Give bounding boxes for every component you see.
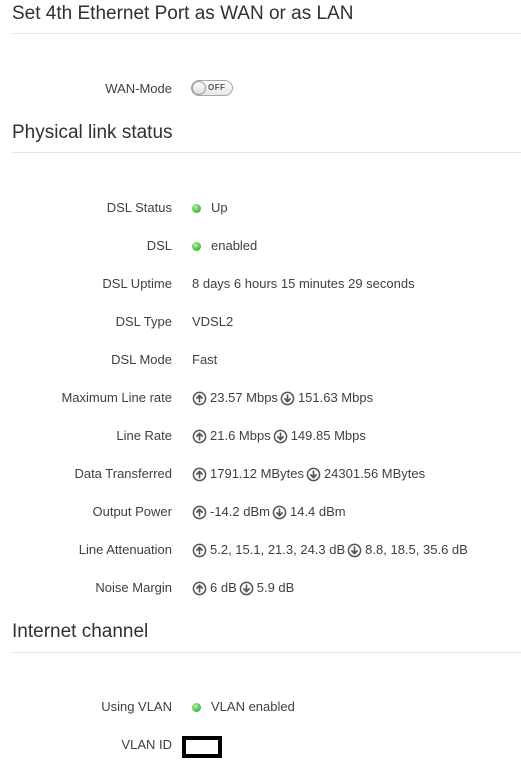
dsl-mode-label: DSL Mode: [111, 352, 172, 367]
dsl-status-text: Up: [211, 200, 228, 215]
arrow-up-circle-icon: [192, 467, 207, 481]
dsl-text: enabled: [211, 238, 258, 253]
dsl-status-label: DSL Status: [106, 200, 172, 215]
using-vlan-row: Using VLAN VLAN enabled: [0, 697, 521, 717]
green-led-icon: [192, 241, 201, 251]
dsl-value: enabled: [192, 236, 257, 256]
arrow-up-circle-icon: [192, 505, 207, 519]
downstream-value: 14.4 dBm: [289, 504, 346, 519]
line-rate-value: 21.6 Mbps 149.85 Mbps: [192, 426, 366, 446]
output-power-label: Output Power: [92, 504, 173, 519]
data-transferred-label: Data Transferred: [74, 466, 172, 481]
downstream-value: 8.8, 18.5, 35.6 dB: [365, 542, 468, 557]
arrow-down-circle-icon: [239, 581, 254, 595]
physical-section-title: Physical link status: [12, 122, 173, 143]
noise-margin-label: Noise Margin: [95, 580, 172, 595]
arrow-down-circle-icon: [272, 505, 287, 519]
green-led-icon: [192, 203, 201, 213]
upstream-value: 1791.12 MBytes: [210, 466, 304, 481]
upstream-value: 6 dB: [210, 580, 237, 595]
using-vlan-text: VLAN enabled: [211, 699, 295, 714]
arrow-down-circle-icon: [306, 467, 321, 481]
dsl-type-label: DSL Type: [115, 314, 172, 329]
dsl-mode-value: Fast: [192, 352, 218, 367]
downstream-value: 5.9 dB: [256, 580, 295, 595]
noise-margin-value: 6 dB 5.9 dB: [192, 578, 294, 598]
noise-margin-row: Noise Margin 6 dB 5.9 dB: [0, 578, 521, 598]
dsl-uptime-row: DSL Uptime 8 days 6 hours 15 minutes 29 …: [0, 274, 521, 294]
data-transferred-value: 1791.12 MBytes 24301.56 MBytes: [192, 464, 425, 484]
dsl-row: DSL enabled: [0, 236, 521, 256]
wan-mode-row: WAN-Mode: [0, 79, 521, 99]
vlan-id-label: VLAN ID: [121, 737, 172, 752]
vlan-id-input[interactable]: [182, 736, 222, 758]
line-attenuation-label: Line Attenuation: [78, 542, 172, 557]
upstream-value: -14.2 dBm: [210, 504, 270, 519]
downstream-value: 151.63 Mbps: [297, 390, 374, 405]
arrow-down-circle-icon: [280, 391, 295, 405]
section-divider: [12, 152, 521, 153]
upstream-value: 23.57 Mbps: [210, 390, 278, 405]
downstream-value: 24301.56 MBytes: [323, 466, 426, 481]
using-vlan-value: VLAN enabled: [192, 697, 295, 717]
data-transferred-row: Data Transferred 1791.12 MBytes 24301.56…: [0, 464, 521, 484]
line-rate-label: Line Rate: [116, 428, 172, 443]
dsl-label: DSL: [146, 238, 172, 253]
dsl-type-value: VDSL2: [192, 314, 234, 329]
toggle-knob[interactable]: [192, 81, 206, 95]
arrow-up-circle-icon: [192, 543, 207, 557]
line-attenuation-value: 5.2, 15.1, 21.3, 24.3 dB 8.8, 18.5, 35.6…: [192, 540, 468, 560]
dsl-uptime-label: DSL Uptime: [102, 276, 172, 291]
dsl-uptime-value: 8 days 6 hours 15 minutes 29 seconds: [192, 276, 415, 291]
green-led-icon: [192, 702, 201, 712]
max-line-rate-row: Maximum Line rate 23.57 Mbps 151.63 Mbps: [0, 388, 521, 408]
downstream-value: 149.85 Mbps: [290, 428, 366, 443]
dsl-mode-row: DSL Mode Fast: [0, 350, 521, 370]
arrow-up-circle-icon: [192, 391, 207, 405]
arrow-down-circle-icon: [273, 429, 288, 443]
max-line-rate-label: Maximum Line rate: [61, 390, 172, 405]
max-line-rate-value: 23.57 Mbps 151.63 Mbps: [192, 388, 373, 408]
section-divider: [12, 33, 521, 34]
upstream-value: 5.2, 15.1, 21.3, 24.3 dB: [210, 542, 346, 557]
wan-mode-label: WAN-Mode: [105, 81, 172, 96]
output-power-row: Output Power -14.2 dBm 14.4 dBm: [0, 502, 521, 522]
line-rate-row: Line Rate 21.6 Mbps 149.85 Mbps: [0, 426, 521, 446]
section-divider: [12, 652, 521, 653]
wan-mode-toggle[interactable]: OFF: [191, 80, 233, 96]
line-attenuation-row: Line Attenuation 5.2, 15.1, 21.3, 24.3 d…: [0, 540, 521, 560]
output-power-value: -14.2 dBm 14.4 dBm: [192, 502, 346, 522]
arrow-up-circle-icon: [192, 581, 207, 595]
vlan-id-row: VLAN ID: [0, 735, 521, 755]
upstream-value: 21.6 Mbps: [210, 428, 271, 443]
dsl-type-row: DSL Type VDSL2: [0, 312, 521, 332]
wan-section-title: Set 4th Ethernet Port as WAN or as LAN: [12, 3, 354, 24]
arrow-down-circle-icon: [347, 543, 362, 557]
dsl-status-row: DSL Status Up: [0, 198, 521, 218]
arrow-up-circle-icon: [192, 429, 207, 443]
toggle-state-text: OFF: [208, 83, 226, 92]
internet-section-title: Internet channel: [12, 621, 149, 642]
dsl-status-value: Up: [192, 198, 228, 218]
using-vlan-label: Using VLAN: [101, 699, 172, 714]
